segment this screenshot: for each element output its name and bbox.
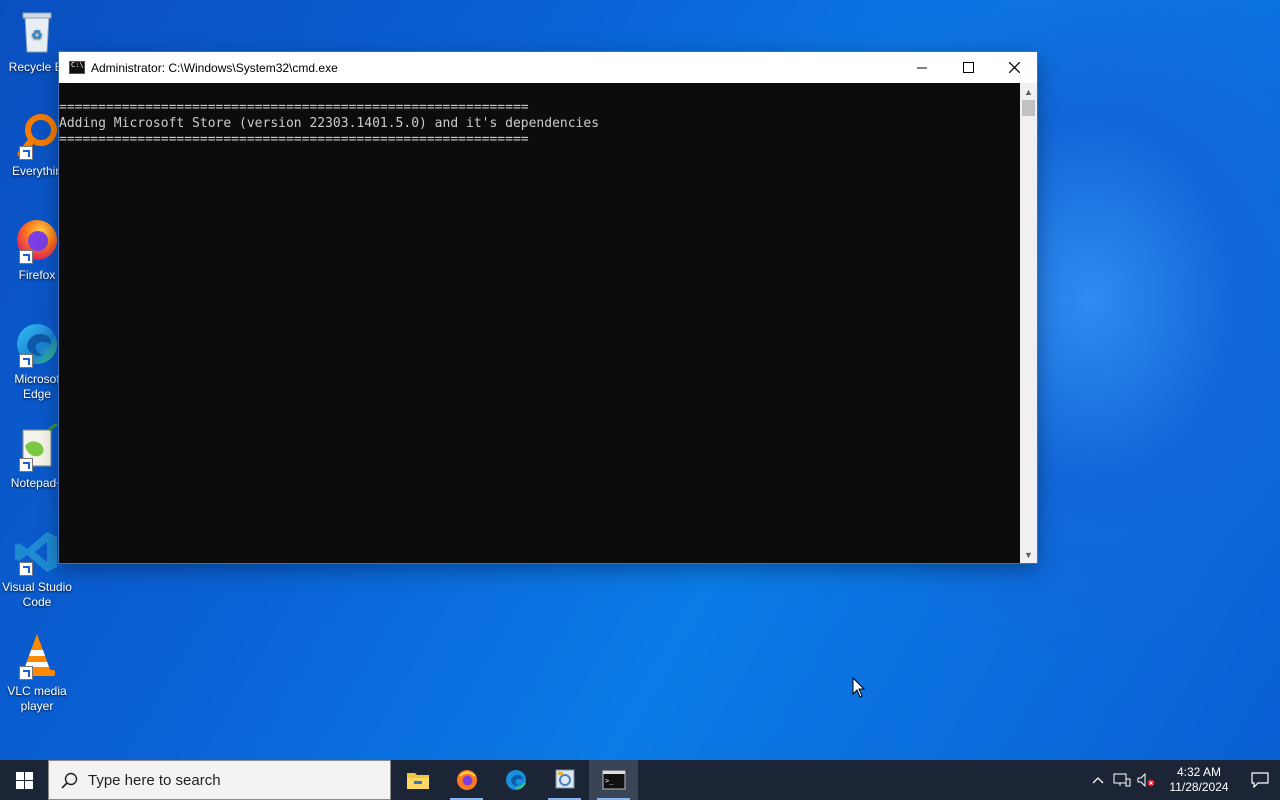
vlc-icon xyxy=(13,632,61,680)
search-placeholder: Type here to search xyxy=(88,771,221,789)
desktop-icon-label: Visual Studio Code xyxy=(2,580,72,609)
windows-logo-icon xyxy=(15,771,33,789)
taskbar-pinned-apps: >_ xyxy=(393,760,638,800)
minimize-button[interactable] xyxy=(899,52,945,83)
vertical-scrollbar[interactable]: ▲ ▼ xyxy=(1020,83,1037,563)
shortcut-arrow-icon xyxy=(19,562,33,576)
window-titlebar[interactable]: Administrator: C:\Windows\System32\cmd.e… xyxy=(59,52,1037,83)
action-center-button[interactable] xyxy=(1240,760,1280,800)
taskbar: Type here to search >_ 4:32 AM 11/28/202… xyxy=(0,760,1280,800)
everything-icon xyxy=(13,112,61,160)
svg-text:>_: >_ xyxy=(605,777,614,785)
taskbar-firefox[interactable] xyxy=(442,760,491,800)
cmd-window[interactable]: Administrator: C:\Windows\System32\cmd.e… xyxy=(59,52,1037,563)
vscode-icon xyxy=(13,528,61,576)
clock-date: 11/28/2024 xyxy=(1169,780,1229,794)
svg-text:♻: ♻ xyxy=(31,28,43,43)
system-tray: 4:32 AM 11/28/2024 xyxy=(1086,760,1280,800)
control-panel-icon xyxy=(555,769,574,789)
scroll-thumb[interactable] xyxy=(1022,100,1035,116)
show-hidden-icons-button[interactable] xyxy=(1086,760,1110,800)
minimize-icon xyxy=(916,67,927,69)
maximize-icon xyxy=(962,62,974,73)
network-button[interactable] xyxy=(1110,760,1134,800)
shortcut-arrow-icon xyxy=(19,458,33,472)
notification-icon xyxy=(1251,772,1269,788)
window-controls xyxy=(899,52,1037,83)
window-title: Administrator: C:\Windows\System32\cmd.e… xyxy=(91,60,338,75)
desktop-icon-label: VLC media player xyxy=(7,684,67,713)
edge-icon xyxy=(505,770,526,790)
scroll-down-button[interactable]: ▼ xyxy=(1020,546,1037,563)
shortcut-arrow-icon xyxy=(19,666,33,680)
taskbar-clock[interactable]: 4:32 AM 11/28/2024 xyxy=(1164,765,1234,795)
chevron-up-icon xyxy=(1092,777,1104,784)
maximize-button[interactable] xyxy=(945,52,991,83)
firefox-icon xyxy=(13,216,61,264)
console-line: ========================================… xyxy=(59,100,529,115)
clock-time: 4:32 AM xyxy=(1176,765,1222,779)
cmd-icon: >_ xyxy=(602,770,625,790)
taskbar-edge[interactable] xyxy=(491,760,540,800)
close-icon xyxy=(1008,62,1020,73)
shortcut-arrow-icon xyxy=(19,250,33,264)
firefox-icon xyxy=(456,770,477,790)
console-output[interactable]: ========================================… xyxy=(59,83,1020,563)
volume-button[interactable] xyxy=(1134,760,1158,800)
taskbar-control-panel[interactable] xyxy=(540,760,589,800)
mouse-cursor-icon xyxy=(852,677,866,698)
console-line: Adding Microsoft Store (version 22303.14… xyxy=(59,116,600,131)
search-icon xyxy=(61,772,78,789)
cmd-icon xyxy=(69,61,85,74)
desktop-icon-vlc[interactable]: VLC media player xyxy=(0,632,74,714)
recycle-bin-icon: ♻ xyxy=(13,8,61,56)
volume-muted-icon xyxy=(1137,773,1155,787)
start-button[interactable] xyxy=(0,760,48,800)
notepadpp-icon xyxy=(13,420,61,472)
taskbar-file-explorer[interactable] xyxy=(393,760,442,800)
file-explorer-icon xyxy=(406,773,429,789)
taskbar-cmd[interactable]: >_ xyxy=(589,760,638,800)
taskbar-search-box[interactable]: Type here to search xyxy=(48,760,391,800)
shortcut-arrow-icon xyxy=(19,146,33,160)
scroll-up-button[interactable]: ▲ xyxy=(1020,83,1037,100)
close-button[interactable] xyxy=(991,52,1037,83)
shortcut-arrow-icon xyxy=(19,354,33,368)
edge-icon xyxy=(13,320,61,368)
console-line: ========================================… xyxy=(59,132,529,147)
network-icon xyxy=(1113,773,1131,787)
